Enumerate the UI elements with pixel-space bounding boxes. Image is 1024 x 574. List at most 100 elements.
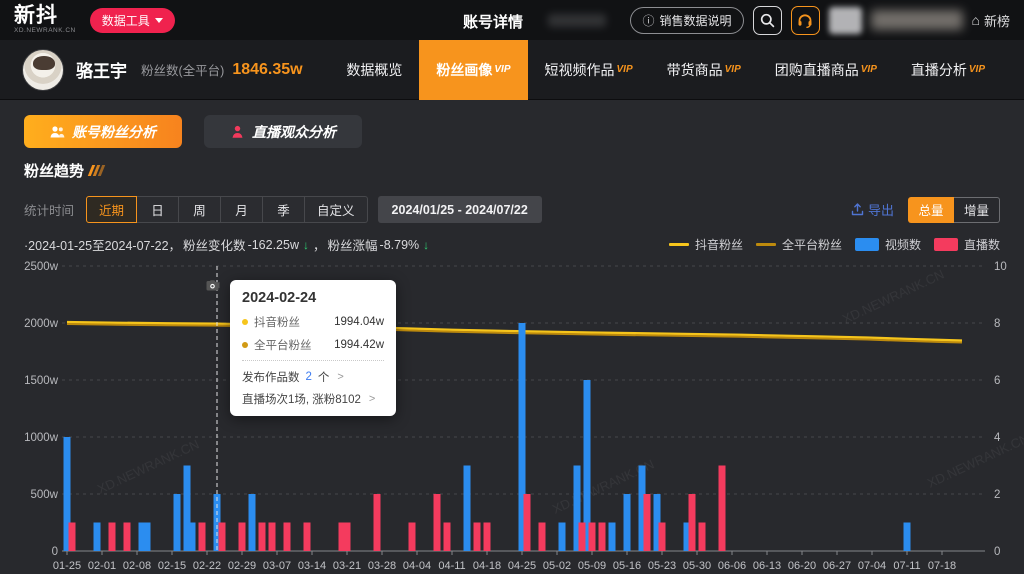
legend-swatch xyxy=(855,238,879,251)
bar-直播数 xyxy=(539,523,546,552)
chart-canvas[interactable]: 2500w102000w81500w61000w4500w200XD.NEWRA… xyxy=(0,256,1024,574)
account-tab-label: 带货商品 xyxy=(667,60,723,80)
legend-item-全平台粉丝[interactable]: 全平台粉丝 xyxy=(756,236,842,253)
x-tick-label: 05-30 xyxy=(683,560,711,572)
legend-label: 视频数 xyxy=(885,236,921,253)
legend-swatch xyxy=(669,243,689,246)
bar-直播数 xyxy=(284,523,291,552)
bar-直播数 xyxy=(344,523,351,552)
bar-直播数 xyxy=(474,523,481,552)
bar-视频数 xyxy=(609,523,616,552)
fans-trend-chart[interactable]: 2500w102000w81500w61000w4500w200XD.NEWRA… xyxy=(24,256,1000,574)
time-segment-日[interactable]: 日 xyxy=(137,196,179,223)
legend-label: 直播数 xyxy=(964,236,1000,253)
vip-badge: VIP xyxy=(969,64,985,75)
x-tick-label: 03-21 xyxy=(333,560,361,572)
tooltip-series-row: 全平台粉丝 1994.42w xyxy=(242,337,384,353)
x-tick-label: 02-22 xyxy=(193,560,221,572)
data-tools-label: 数据工具 xyxy=(102,12,150,29)
subtab-账号粉丝分析[interactable]: 账号粉丝分析 xyxy=(24,115,182,148)
legend-item-视频数[interactable]: 视频数 xyxy=(855,236,921,253)
summary-rate-label: 粉丝涨幅 xyxy=(328,235,378,254)
account-tab-团购直播商品[interactable]: 团购直播商品VIP xyxy=(758,40,894,100)
x-tick-label: 02-01 xyxy=(88,560,116,572)
bar-视频数 xyxy=(144,523,151,552)
user-avatar-redacted[interactable] xyxy=(829,7,862,34)
account-avatar[interactable] xyxy=(22,49,64,91)
sales-data-note-label: 销售数据说明 xyxy=(660,12,732,29)
works-count: 2 xyxy=(306,371,312,383)
bar-直播数 xyxy=(689,494,696,551)
bar-视频数 xyxy=(464,466,471,552)
x-tick-label: 04-18 xyxy=(473,560,501,572)
time-segment-自定义[interactable]: 自定义 xyxy=(305,196,368,223)
sales-data-note-button[interactable]: ⓘ 销售数据说明 xyxy=(630,7,743,34)
vip-badge: VIP xyxy=(725,64,741,75)
subtab-label: 账号粉丝分析 xyxy=(72,122,156,142)
bar-直播数 xyxy=(269,523,276,552)
bar-直播数 xyxy=(589,523,596,552)
x-tick-label: 07-18 xyxy=(928,560,956,572)
date-range-picker[interactable]: 2024/01/25 - 2024/07/22 xyxy=(378,196,542,223)
newrank-label: 新榜 xyxy=(984,11,1010,30)
vip-badge: VIP xyxy=(861,64,877,75)
account-tab-短视频作品[interactable]: 短视频作品VIP xyxy=(528,40,650,100)
newrank-home-link[interactable]: ⌂ 新榜 xyxy=(972,11,1010,30)
x-tick-label: 04-25 xyxy=(508,560,536,572)
account-bar: 骆王宇 粉丝数(全平台) 1846.35w 数据概览粉丝画像VIP短视频作品VI… xyxy=(0,40,1024,100)
tooltip-series-row: 抖音粉丝 1994.04w xyxy=(242,314,384,330)
account-tab-粉丝画像[interactable]: 粉丝画像VIP xyxy=(419,40,527,100)
data-tools-button[interactable]: 数据工具 xyxy=(90,8,175,33)
mode-total-button[interactable]: 总量 xyxy=(908,197,954,223)
tooltip-live-link[interactable]: 直播场次1场, 涨粉8102 > xyxy=(242,391,384,407)
legend-item-抖音粉丝[interactable]: 抖音粉丝 xyxy=(669,236,743,253)
person-icon xyxy=(230,125,245,139)
x-tick-label: 06-20 xyxy=(788,560,816,572)
chevron-right-icon: > xyxy=(369,393,375,405)
logo[interactable]: 新抖 XD.NEWRANK.CN xyxy=(14,5,76,35)
chart-legend: 抖音粉丝 全平台粉丝 视频数 直播数 xyxy=(669,236,1000,253)
x-tick-label: 05-09 xyxy=(578,560,606,572)
x-tick-label: 05-02 xyxy=(543,560,571,572)
y-left-tick: 1500w xyxy=(24,375,59,387)
tooltip-series-label: 全平台粉丝 xyxy=(254,337,312,353)
x-tick-label: 02-15 xyxy=(158,560,186,572)
export-button[interactable]: 导出 xyxy=(851,200,894,219)
legend-label: 全平台粉丝 xyxy=(782,236,842,253)
search-button[interactable] xyxy=(753,6,782,35)
tooltip-series-value: 1994.42w xyxy=(334,339,384,351)
x-tick-label: 03-14 xyxy=(298,560,326,572)
time-segment-月[interactable]: 月 xyxy=(221,196,263,223)
account-tab-label: 短视频作品 xyxy=(545,60,615,80)
bar-视频数 xyxy=(189,523,196,552)
support-button[interactable] xyxy=(791,6,820,35)
account-tab-直播分析[interactable]: 直播分析VIP xyxy=(894,40,1002,100)
bar-直播数 xyxy=(69,523,76,552)
x-tick-label: 03-07 xyxy=(263,560,291,572)
mode-increment-button[interactable]: 增量 xyxy=(954,197,1000,223)
subtab-直播观众分析[interactable]: 直播观众分析 xyxy=(204,115,362,148)
bar-直播数 xyxy=(719,466,726,552)
y-left-tick: 500w xyxy=(31,489,59,501)
watermark: XD.NEWRANK.CN xyxy=(840,266,947,326)
x-tick-label: 02-29 xyxy=(228,560,256,572)
legend-item-直播数[interactable]: 直播数 xyxy=(934,236,1000,253)
tooltip-works-link[interactable]: 发布作品数 2 个 > xyxy=(242,369,384,385)
x-tick-label: 04-04 xyxy=(403,560,431,572)
legend-label: 抖音粉丝 xyxy=(695,236,743,253)
time-segment-季[interactable]: 季 xyxy=(263,196,305,223)
x-tick-label: 06-27 xyxy=(823,560,851,572)
time-segment-近期[interactable]: 近期 xyxy=(86,196,137,223)
x-tick-label: 07-04 xyxy=(858,560,886,572)
bar-视频数 xyxy=(624,494,631,551)
time-range-segments: 近期日周月季自定义 xyxy=(86,196,368,223)
time-segment-周[interactable]: 周 xyxy=(179,196,221,223)
series-dot-douyin xyxy=(242,319,248,325)
analysis-subtabs: 账号粉丝分析 直播观众分析 xyxy=(24,115,1000,148)
account-tab-数据概览[interactable]: 数据概览 xyxy=(329,40,419,100)
bar-直播数 xyxy=(409,523,416,552)
bar-直播数 xyxy=(434,494,441,551)
works-label: 发布作品数 xyxy=(242,369,300,385)
caret-down-icon xyxy=(155,18,163,23)
account-tab-带货商品[interactable]: 带货商品VIP xyxy=(650,40,758,100)
